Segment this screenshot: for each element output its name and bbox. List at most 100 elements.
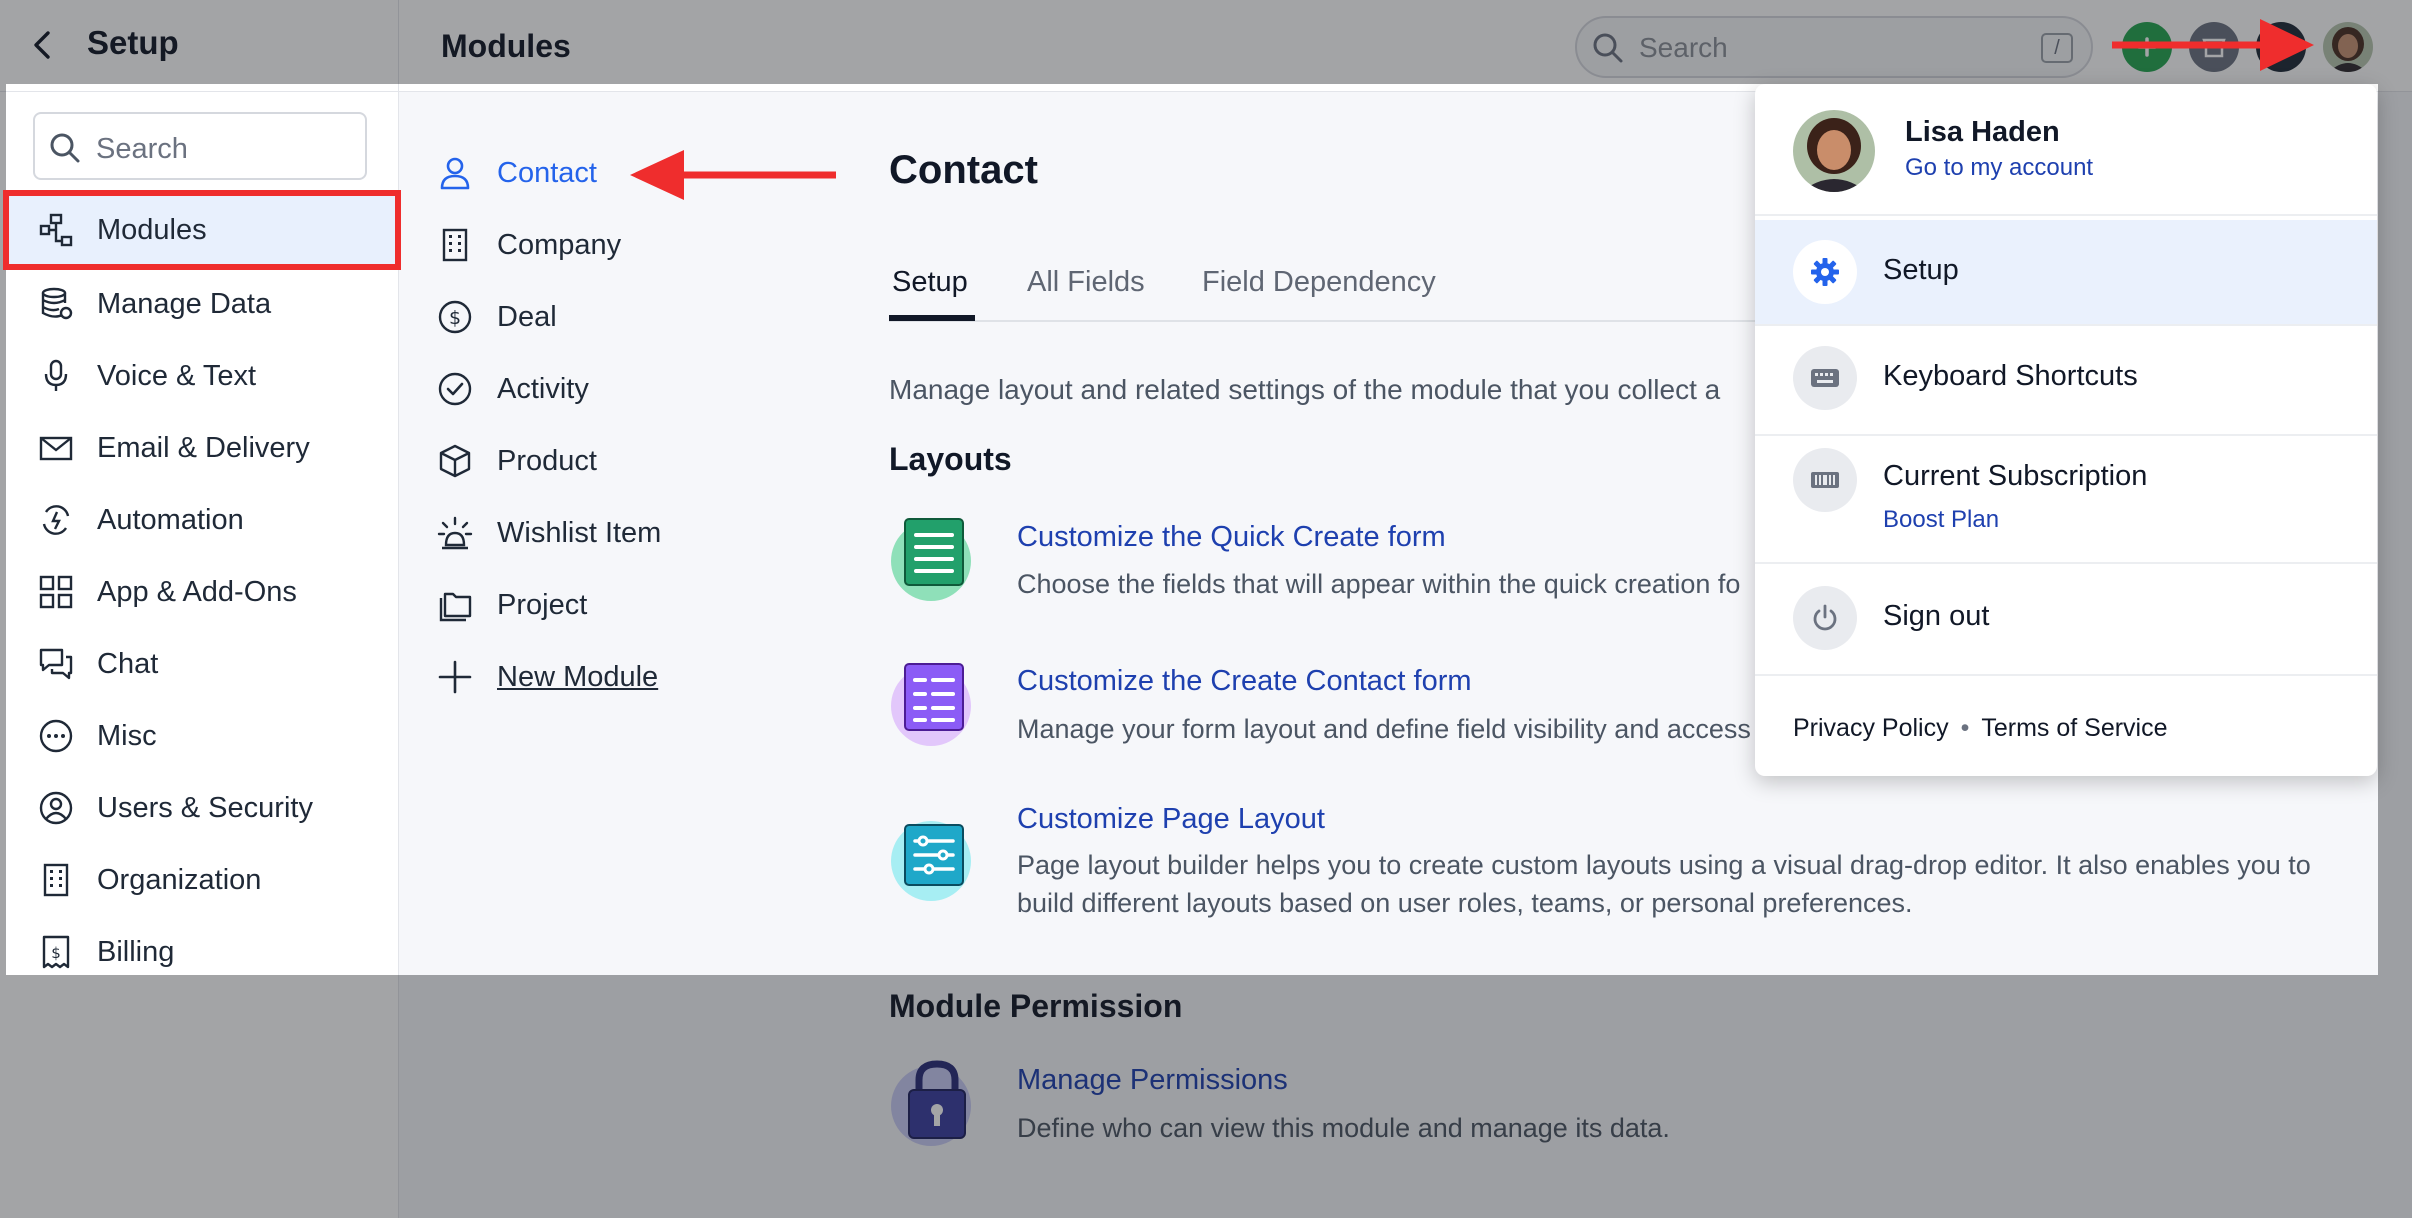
quick-create-link[interactable]: Customize the Quick Create form (1017, 521, 1446, 554)
sidebar-item-label: Voice & Text (97, 360, 257, 392)
sidebar-item-label: Users & Security (97, 792, 313, 824)
dollar-icon: $ (438, 300, 472, 334)
gear-icon (1793, 240, 1857, 304)
building-icon (43, 863, 69, 897)
user-name: Lisa Haden (1905, 116, 2060, 148)
sidebar-item-chat[interactable]: Chat (5, 627, 397, 701)
person-icon (440, 157, 470, 190)
chat-icon (39, 648, 73, 680)
menu-item-label: Sign out (1883, 600, 1990, 632)
user-circle-icon (39, 791, 73, 825)
module-item-label: Wishlist Item (497, 517, 662, 549)
module-item-label: Activity (497, 373, 589, 405)
keyboard-icon (1793, 346, 1857, 410)
create-contact-link[interactable]: Customize the Create Contact form (1017, 665, 1472, 698)
quick-create-desc: Choose the fields that will appear withi… (1017, 569, 1741, 599)
more-icon (39, 719, 73, 753)
grid-form-icon (891, 663, 971, 746)
page-layout-desc: Page layout builder helps you to create … (1017, 850, 2311, 918)
module-item-activity[interactable]: Activity (437, 359, 797, 419)
grid-icon (39, 575, 73, 609)
tab-setup[interactable]: Setup (892, 266, 968, 299)
tab-all-fields[interactable]: All Fields (1027, 266, 1145, 299)
sidebar-item-label: Billing (97, 936, 175, 968)
sidebar-search-input[interactable]: Search (33, 112, 367, 180)
menu-item-label: Keyboard Shortcuts (1883, 360, 2138, 392)
divider (1755, 674, 2377, 676)
module-item-product[interactable]: Product (437, 431, 797, 491)
sidebar-item-users-security[interactable]: Users & Security (5, 771, 397, 845)
divider (1755, 214, 2377, 216)
menu-item-label: Current Subscription (1883, 460, 2148, 492)
building-icon (442, 228, 468, 262)
module-description: Manage layout and related settings of th… (889, 374, 1721, 405)
module-item-deal[interactable]: $ Deal (437, 287, 797, 347)
mail-icon (39, 436, 73, 461)
layouts-heading: Layouts (889, 441, 1012, 477)
annotation-arrow-left-icon (630, 150, 836, 200)
user-avatar (1793, 110, 1875, 192)
menu-item-label: Setup (1883, 254, 1959, 286)
module-item-company[interactable]: Company (437, 215, 797, 275)
database-icon (41, 287, 73, 320)
profile-dropdown: Lisa Haden Go to my account Setup Keyboa… (1755, 84, 2377, 776)
billing-icon: $ (42, 935, 70, 969)
sidebar-item-label: Email & Delivery (97, 432, 310, 464)
search-icon (50, 133, 80, 163)
sidebar-item-label: Organization (97, 864, 262, 896)
annotation-arrow-right-icon (2112, 19, 2314, 71)
sidebar-item-voice-text[interactable]: Voice & Text (5, 339, 397, 413)
sidebar-item-label: Chat (97, 648, 159, 680)
menu-footer: Privacy Policy • Terms of Service (1793, 714, 2168, 743)
sliders-icon (891, 821, 971, 901)
sidebar-item-label: App & Add-Ons (97, 576, 297, 608)
sidebar-item-apps-addons[interactable]: App & Add-Ons (5, 555, 397, 629)
user-photo-icon (1793, 110, 1875, 192)
content-title: Contact (889, 148, 1038, 192)
module-item-label: Deal (497, 301, 557, 333)
search-placeholder: Search (96, 133, 188, 165)
sidebar-item-manage-data[interactable]: Manage Data (5, 267, 397, 341)
separator-dot: • (1960, 714, 1970, 742)
folders-icon (439, 592, 472, 622)
new-module-link[interactable]: New Module (437, 647, 797, 707)
tab-field-dependency[interactable]: Field Dependency (1202, 266, 1436, 299)
power-icon (1793, 586, 1857, 650)
new-module-label: New Module (497, 661, 659, 693)
svg-text:$: $ (449, 307, 461, 329)
page-layout-link[interactable]: Customize Page Layout (1017, 803, 1325, 836)
automation-icon (42, 505, 70, 535)
menu-item-subscription[interactable]: Current Subscription Boost Plan (1755, 436, 2377, 564)
terms-of-service-link[interactable]: Terms of Service (1981, 714, 2167, 742)
annotation-highlight-box (3, 190, 401, 270)
module-item-wishlist[interactable]: Wishlist Item (437, 503, 797, 563)
svg-text:$: $ (51, 944, 61, 962)
menu-item-setup[interactable]: Setup (1755, 220, 2377, 324)
sidebar-item-misc[interactable]: Misc (5, 699, 397, 773)
subscription-icon (1793, 448, 1857, 512)
active-tab-indicator (889, 315, 975, 321)
menu-item-sign-out[interactable]: Sign out (1755, 564, 2377, 674)
list-form-icon (891, 518, 971, 601)
plus-icon (438, 660, 472, 694)
box-icon (439, 444, 471, 478)
microphone-icon (44, 359, 68, 391)
sidebar-item-label: Automation (97, 504, 244, 536)
lamp-icon (437, 516, 473, 550)
go-to-account-link[interactable]: Go to my account (1905, 154, 2093, 182)
menu-item-keyboard-shortcuts[interactable]: Keyboard Shortcuts (1755, 326, 2377, 436)
module-item-project[interactable]: Project (437, 575, 797, 635)
sidebar-item-label: Misc (97, 720, 157, 752)
module-item-label: Product (497, 445, 597, 477)
check-circle-icon (438, 372, 472, 406)
sidebar-item-organization[interactable]: Organization (5, 843, 397, 917)
sidebar-item-email-delivery[interactable]: Email & Delivery (5, 411, 397, 485)
sidebar-item-label: Manage Data (97, 288, 272, 320)
privacy-policy-link[interactable]: Privacy Policy (1793, 714, 1949, 742)
module-item-label: Project (497, 589, 588, 621)
module-item-label: Contact (497, 157, 597, 189)
module-item-label: Company (497, 229, 622, 261)
plan-name[interactable]: Boost Plan (1883, 506, 1999, 534)
create-contact-desc: Manage your form layout and define field… (1017, 714, 1751, 744)
sidebar-item-automation[interactable]: Automation (5, 483, 397, 557)
